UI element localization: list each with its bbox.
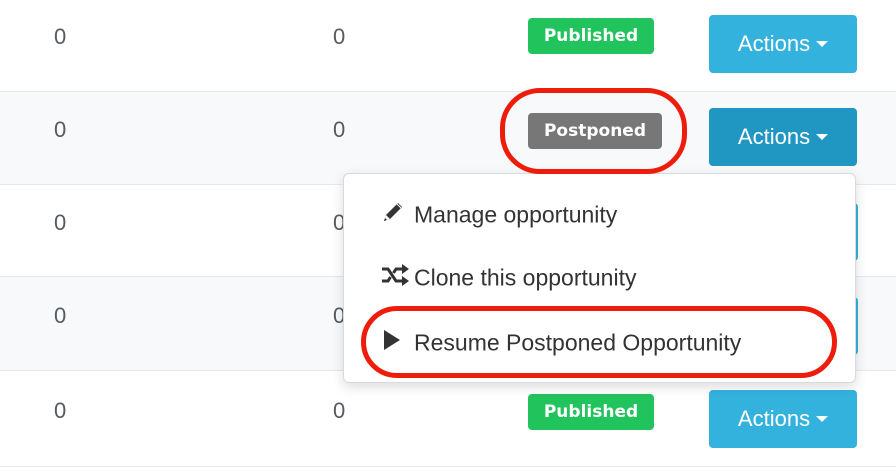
row-count-cell: 0 <box>54 117 67 142</box>
caret-down-icon <box>816 416 829 423</box>
actions-button-label: Actions <box>737 124 811 149</box>
row-count-cell: 0 <box>333 24 346 49</box>
status-badge: Published <box>528 394 654 430</box>
actions-button-label: Actions <box>737 406 811 431</box>
pencil-icon <box>380 199 414 234</box>
actions-button-label: Actions <box>737 31 811 56</box>
menu-item-manage-opportunity[interactable]: Manage opportunity <box>380 199 617 234</box>
table-row: 0 0 Postponed Actions <box>0 92 896 185</box>
row-count-cell: 0 <box>333 117 346 142</box>
row-count-cell: 0 <box>54 303 67 328</box>
caret-down-icon <box>816 134 829 141</box>
opportunities-table: 0 0 Published Actions 0 0 Postponed Acti… <box>0 0 896 474</box>
actions-button[interactable]: Actions <box>709 108 857 166</box>
row-count-cell: 0 <box>54 24 67 49</box>
table-row: 0 0 Published Actions <box>0 0 896 92</box>
status-badge: Published <box>528 18 654 54</box>
menu-item-label: Resume Postponed Opportunity <box>414 329 742 356</box>
caret-down-icon <box>816 41 829 48</box>
menu-item-clone-opportunity[interactable]: Clone this opportunity <box>380 262 636 297</box>
row-count-cell: 0 <box>54 210 67 235</box>
actions-button[interactable]: Actions <box>709 390 857 448</box>
menu-item-label: Clone this opportunity <box>414 264 637 291</box>
shuffle-icon <box>380 262 414 297</box>
play-icon <box>380 327 414 362</box>
row-count-cell: 0 <box>54 398 67 423</box>
table-row: 0 0 Published Actions <box>0 371 896 467</box>
actions-dropdown-menu: Manage opportunity Clone this opportunit… <box>343 173 856 383</box>
row-count-cell: 0 <box>333 398 346 423</box>
actions-button[interactable]: Actions <box>709 15 857 73</box>
menu-item-resume-postponed-opportunity[interactable]: Resume Postponed Opportunity <box>380 327 741 362</box>
status-badge: Postponed <box>528 113 662 149</box>
menu-item-label: Manage opportunity <box>414 201 618 228</box>
